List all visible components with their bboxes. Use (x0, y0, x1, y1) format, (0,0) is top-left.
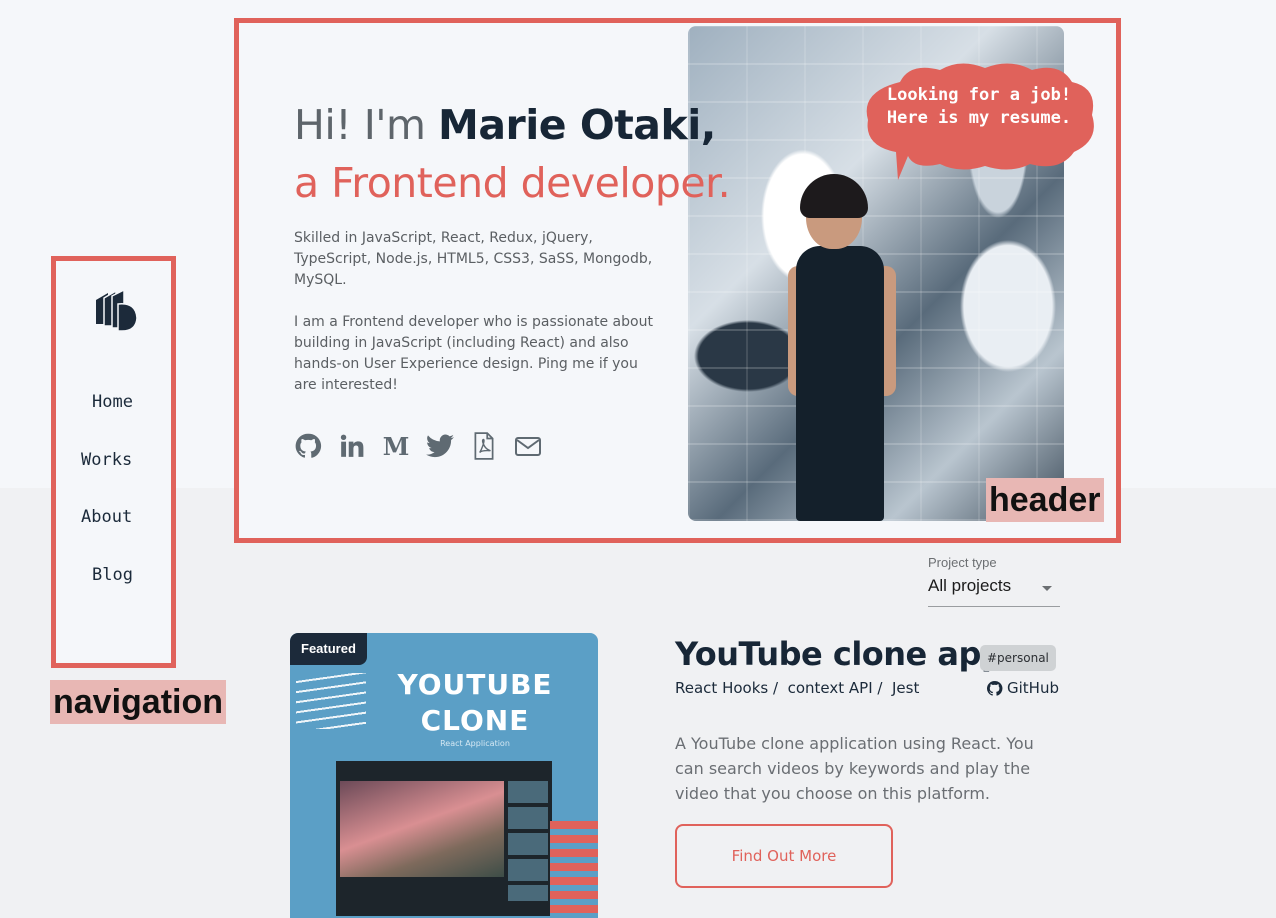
project-tech-stack: React Hooks / context API / Jest (675, 679, 919, 697)
medium-icon[interactable]: M (380, 430, 412, 462)
hero-title: Hi! I'm Marie Otaki, a Frontend develope… (294, 96, 731, 212)
project-type-select[interactable]: All projects (928, 576, 1060, 607)
project-type-label: Project type (928, 555, 997, 570)
nav-item-home[interactable]: Home (92, 392, 133, 412)
tech-item: React Hooks / (675, 679, 779, 697)
github-link-label: GitHub (1007, 679, 1059, 697)
project-title: YouTube clone app (675, 635, 1004, 673)
project-thumbnail[interactable]: YOUTUBE CLONE React Application Featured (290, 633, 598, 918)
github-icon (986, 680, 1003, 696)
chevron-down-icon (1042, 586, 1052, 591)
thumbnail-title-line-1: YOUTUBE (397, 668, 553, 701)
project-type-value: All projects (928, 576, 1012, 595)
bubble-line-2: Here is my resume. (886, 108, 1072, 128)
featured-badge: Featured (290, 633, 367, 665)
project-tag-badge: #personal (980, 645, 1056, 671)
github-icon[interactable] (292, 430, 324, 462)
mail-icon[interactable] (512, 430, 544, 462)
thumbnail-subtitle: React Application (440, 739, 510, 748)
social-links: M (292, 430, 544, 462)
hero-name: Marie Otaki, (438, 101, 716, 149)
nav-item-blog[interactable]: Blog (92, 565, 133, 585)
linkedin-icon[interactable] (336, 430, 368, 462)
pdf-icon[interactable] (468, 430, 500, 462)
thumbnail-side-list (508, 781, 548, 901)
tech-item: Jest (891, 679, 920, 697)
nav-item-works[interactable]: Works (81, 450, 132, 470)
photo-person-body (796, 246, 884, 521)
tech-item: context API / (787, 679, 883, 697)
find-out-more-button[interactable]: Find Out More (675, 824, 893, 888)
svg-text:M: M (383, 434, 410, 458)
hero-bio: I am a Frontend developer who is passion… (294, 314, 653, 393)
thumbnail-title-line-2: CLONE (420, 704, 530, 737)
thumbnail-video-frame (340, 781, 504, 877)
nav-item-about[interactable]: About (81, 507, 132, 527)
project-description: A YouTube clone application using React.… (675, 734, 1034, 803)
hero-role: a Frontend developer. (294, 159, 731, 207)
thumbnail-app-screenshot (336, 761, 552, 916)
thumbnail-waves (296, 673, 366, 729)
bubble-line-1: Looking for a job! (886, 85, 1072, 105)
resume-speech-bubble[interactable]: Looking for a job! Here is my resume. (860, 60, 1098, 180)
thumbnail-title: YOUTUBE CLONE (360, 667, 590, 739)
navigation-annotation-tag: navigation (50, 680, 227, 724)
hero-greeting: Hi! I'm (294, 101, 439, 149)
header-annotation-tag: header (986, 478, 1104, 522)
hero-skills: Skilled in JavaScript, React, Redux, jQu… (294, 230, 653, 288)
speech-bubble-text: Looking for a job! Here is my resume. (860, 84, 1098, 130)
thumbnail-stripes (550, 821, 598, 918)
site-logo-icon[interactable] (94, 288, 138, 336)
project-github-link[interactable]: GitHub (986, 679, 1059, 697)
twitter-icon[interactable] (424, 430, 456, 462)
